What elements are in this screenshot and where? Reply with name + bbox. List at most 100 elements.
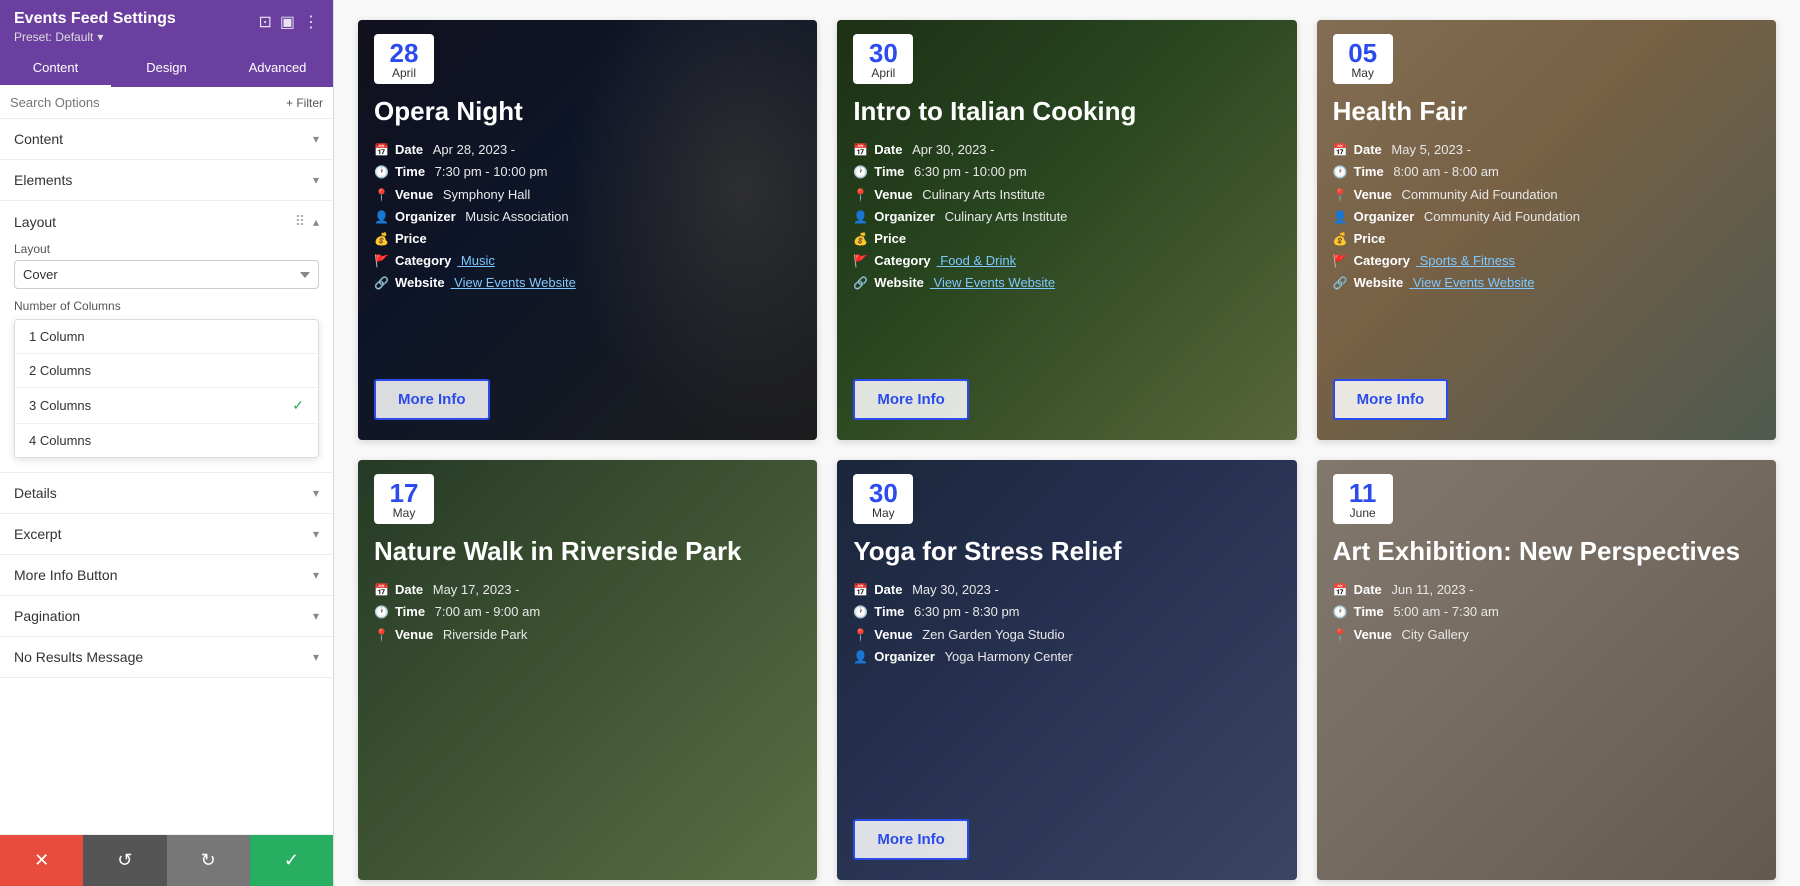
chevron-down-icon: ▾ [313, 173, 319, 187]
detail-icon: 📍 [853, 627, 868, 644]
detail-label: Time [395, 163, 425, 181]
detail-label: Category [874, 252, 930, 270]
search-input[interactable] [10, 95, 280, 110]
section-details-header[interactable]: Details ▾ [0, 473, 333, 513]
detail-label: Price [1354, 230, 1386, 248]
event-detail-row: 🕐 Time 7:30 pm - 10:00 pm [374, 163, 801, 181]
tab-content[interactable]: Content [0, 50, 111, 87]
section-more-info-header[interactable]: More Info Button ▾ [0, 555, 333, 595]
card-content: 28 April Opera Night 📅 Date Apr 28, 2023… [358, 20, 817, 440]
detail-icon: 👤 [374, 209, 389, 226]
section-elements-header[interactable]: Elements ▾ [0, 160, 333, 200]
event-title: Yoga for Stress Relief [853, 536, 1280, 567]
date-month: May [872, 506, 895, 520]
detail-value: Riverside Park [439, 626, 527, 644]
chevron-down-icon: ▾ [313, 609, 319, 623]
event-detail-row: 🚩 Category Food & Drink [853, 252, 1280, 270]
event-detail-row: 🕐 Time 6:30 pm - 10:00 pm [853, 163, 1280, 181]
date-day: 30 [869, 40, 898, 66]
event-detail-row: 📅 Date May 17, 2023 - [374, 581, 801, 599]
detail-icon: 🕐 [853, 164, 868, 181]
filter-button[interactable]: + Filter [286, 96, 323, 110]
event-detail-row: 📍 Venue Zen Garden Yoga Studio [853, 626, 1280, 644]
detail-label: Category [1354, 252, 1410, 270]
section-content-header[interactable]: Content ▾ [0, 119, 333, 159]
card-content: 05 May Health Fair 📅 Date May 5, 2023 - … [1317, 20, 1776, 440]
event-detail-row: 🔗 Website View Events Website [853, 274, 1280, 292]
event-card-italian-cooking: 30 April Intro to Italian Cooking 📅 Date… [837, 20, 1296, 440]
date-month: June [1350, 506, 1376, 520]
card-content: 30 May Yoga for Stress Relief 📅 Date May… [837, 460, 1296, 880]
section-excerpt-header[interactable]: Excerpt ▾ [0, 514, 333, 554]
detail-label: Time [1354, 163, 1384, 181]
detail-value: 8:00 am - 8:00 am [1390, 163, 1499, 181]
detail-label: Organizer [874, 208, 935, 226]
detail-label: Venue [1354, 626, 1392, 644]
sidebar-preset[interactable]: Preset: Default ▾ [14, 30, 176, 44]
section-layout-header[interactable]: Layout ⠿ ▴ [0, 201, 333, 242]
event-detail-row: 💰 Price [374, 230, 801, 248]
detail-label: Date [395, 581, 423, 599]
date-month: May [393, 506, 416, 520]
column-option-2[interactable]: 2 Columns [15, 354, 318, 388]
detail-icon: 📅 [374, 582, 389, 599]
date-day: 11 [1349, 480, 1377, 506]
detail-icon: 📅 [853, 142, 868, 159]
detail-icon: 🔗 [374, 275, 389, 292]
more-info-button[interactable]: More Info [1333, 379, 1449, 420]
tab-advanced[interactable]: Advanced [222, 50, 333, 87]
detail-value: View Events Website [930, 274, 1055, 292]
detail-label: Venue [874, 626, 912, 644]
event-title: Health Fair [1333, 96, 1760, 127]
event-details: 📅 Date May 5, 2023 - 🕐 Time 8:00 am - 8:… [1333, 141, 1760, 365]
section-no-results-header[interactable]: No Results Message ▾ [0, 637, 333, 677]
event-detail-row: 🕐 Time 7:00 am - 9:00 am [374, 603, 801, 621]
event-detail-row: 📍 Venue Culinary Arts Institute [853, 186, 1280, 204]
detail-label: Venue [395, 186, 433, 204]
reset-button[interactable]: ↺ [83, 835, 166, 886]
cancel-button[interactable]: ✕ [0, 835, 83, 886]
layout-select[interactable]: Cover [14, 260, 319, 289]
chevron-down-icon: ▾ [313, 527, 319, 541]
detail-value: Community Aid Foundation [1398, 186, 1558, 204]
section-pagination-header[interactable]: Pagination ▾ [0, 596, 333, 636]
detail-value: City Gallery [1398, 626, 1469, 644]
date-day: 05 [1348, 40, 1377, 66]
redo-button[interactable]: ↻ [167, 835, 250, 886]
detail-icon: 👤 [853, 209, 868, 226]
detail-value: Sports & Fitness [1416, 252, 1515, 270]
more-info-button[interactable]: More Info [374, 379, 490, 420]
chevron-down-icon: ▾ [313, 650, 319, 664]
layout-icon[interactable]: ▣ [280, 12, 295, 32]
columns-dropdown: 1 Column 2 Columns 3 Columns ✓ 4 Columns [14, 319, 319, 458]
save-button[interactable]: ✓ [250, 835, 333, 886]
event-detail-row: 🕐 Time 5:00 am - 7:30 am [1333, 603, 1760, 621]
more-icon[interactable]: ⋮ [303, 12, 319, 32]
section-no-results: No Results Message ▾ [0, 637, 333, 678]
column-option-4[interactable]: 4 Columns [15, 424, 318, 457]
detail-value: Community Aid Foundation [1420, 208, 1580, 226]
detail-icon: 🚩 [1333, 253, 1348, 270]
section-more-info-button: More Info Button ▾ [0, 555, 333, 596]
date-badge: 11 June [1333, 474, 1393, 524]
section-details: Details ▾ [0, 473, 333, 514]
detail-label: Organizer [395, 208, 456, 226]
main-content: 28 April Opera Night 📅 Date Apr 28, 2023… [334, 0, 1800, 886]
column-option-1[interactable]: 1 Column [15, 320, 318, 354]
detail-label: Organizer [1354, 208, 1415, 226]
column-option-3[interactable]: 3 Columns ✓ [15, 388, 318, 424]
tab-design[interactable]: Design [111, 50, 222, 87]
detail-icon: 📍 [853, 187, 868, 204]
fullscreen-icon[interactable]: ⊡ [258, 12, 271, 32]
detail-label: Category [395, 252, 451, 270]
date-month: May [1351, 66, 1374, 80]
event-detail-row: 💰 Price [853, 230, 1280, 248]
event-detail-row: 📅 Date Apr 28, 2023 - [374, 141, 801, 159]
card-content: 30 April Intro to Italian Cooking 📅 Date… [837, 20, 1296, 440]
more-info-button[interactable]: More Info [853, 819, 969, 860]
detail-icon: 🔗 [853, 275, 868, 292]
section-content: Content ▾ [0, 119, 333, 160]
chevron-down-icon: ▾ [313, 132, 319, 146]
more-info-button[interactable]: More Info [853, 379, 969, 420]
section-pagination: Pagination ▾ [0, 596, 333, 637]
